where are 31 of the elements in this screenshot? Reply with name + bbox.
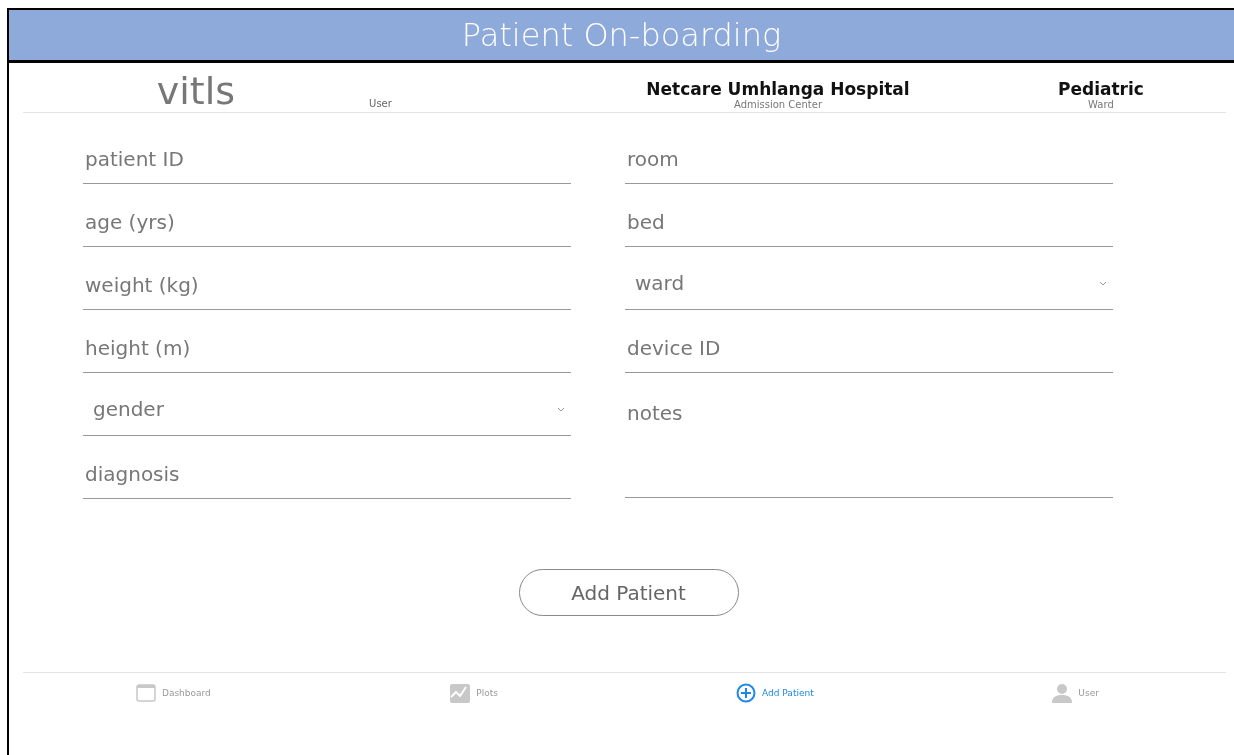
dropdown-field[interactable]: ward <box>625 247 1113 310</box>
logo: vitls <box>156 72 235 112</box>
input-field[interactable]: device ID <box>625 310 1113 373</box>
hospital-name: Netcare Umhlanga Hospital <box>646 79 910 99</box>
chart-icon <box>450 683 471 703</box>
user-icon <box>1052 683 1073 703</box>
window-title: Patient On-boarding <box>461 16 782 54</box>
hospital-subtitle: Admission Center <box>734 99 822 110</box>
input-field[interactable]: patient ID <box>83 121 571 184</box>
input-field[interactable]: room <box>625 121 1113 184</box>
ward-name: Pediatric <box>1058 79 1144 99</box>
dropdown-placeholder: gender <box>93 397 164 421</box>
dropdown-placeholder: ward <box>635 271 685 295</box>
user-label: User <box>369 98 392 111</box>
chevron-down-icon <box>1099 280 1107 286</box>
ward-subtitle: Ward <box>1088 99 1114 110</box>
nav-tab[interactable]: User <box>1052 683 1099 703</box>
nav-tab[interactable]: Dashboard <box>135 683 211 703</box>
window-icon <box>135 684 156 702</box>
add-patient-button[interactable]: Add Patient <box>518 569 739 616</box>
dropdown-field[interactable]: gender <box>83 373 571 436</box>
notes-field[interactable]: notes <box>625 373 1113 498</box>
input-field[interactable]: diagnosis <box>83 436 571 499</box>
input-field[interactable]: height (m) <box>83 310 571 373</box>
input-field[interactable]: weight (kg) <box>83 247 571 310</box>
input-field[interactable]: age (yrs) <box>83 184 571 247</box>
nav-tab[interactable]: Add Patient <box>736 683 814 703</box>
chevron-down-icon <box>557 406 565 412</box>
plus-circle-icon <box>736 683 757 703</box>
input-field[interactable]: bed <box>625 184 1113 247</box>
nav-tab[interactable]: Plots <box>450 683 498 703</box>
